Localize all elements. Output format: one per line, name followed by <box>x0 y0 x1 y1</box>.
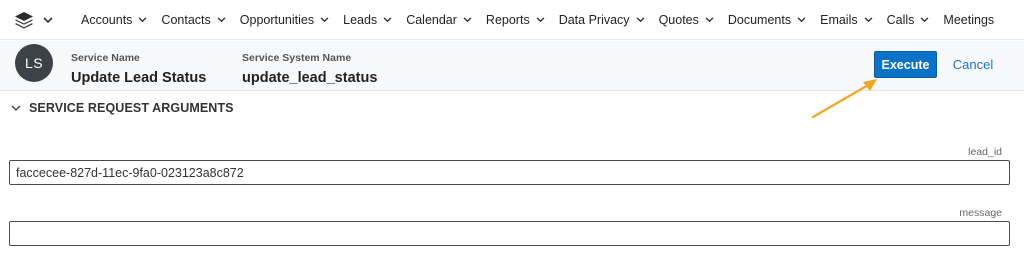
system-name-value: update_lead_status <box>242 70 378 86</box>
nav-item-label: Accounts <box>81 13 133 27</box>
chevron-down-icon <box>921 17 929 23</box>
nav-item-label: Data Privacy <box>558 13 630 27</box>
chevron-down-icon <box>43 16 53 23</box>
nav-menu: Accounts Contacts Opportunities Leads Calend… <box>81 0 1008 40</box>
nav-item-leads[interactable]: Leads <box>343 13 392 27</box>
chevron-down-icon <box>797 17 806 23</box>
nav-item-documents[interactable]: Documents <box>728 13 806 27</box>
nav-item-opportunities[interactable]: Opportunities <box>240 13 329 27</box>
chevron-down-icon <box>383 17 392 23</box>
system-name-label: Service System Name <box>242 52 352 64</box>
nav-item-label: Emails <box>820 13 858 27</box>
nav-item-label: Calendar <box>406 13 457 27</box>
nav-item-meetings[interactable]: Meetings <box>943 13 994 27</box>
section-title: SERVICE REQUEST ARGUMENTS <box>29 101 234 115</box>
nav-item-label: Reports <box>485 13 530 27</box>
nav-item-label: Leads <box>343 13 378 27</box>
nav-item-calendar[interactable]: Calendar <box>406 13 472 27</box>
nav-item-quotes[interactable]: Quotes <box>659 13 714 27</box>
service-name-label: Service Name <box>71 52 140 64</box>
chevron-down-icon <box>705 17 714 23</box>
nav-item-label: Documents <box>727 13 792 27</box>
nav-item-label: Meetings <box>943 13 995 27</box>
chevron-down-icon <box>536 17 545 23</box>
nav-item-label: Opportunities <box>239 13 315 27</box>
nav-item-emails[interactable]: Emails <box>820 13 873 27</box>
nav-item-reports[interactable]: Reports <box>486 13 545 27</box>
chevron-down-icon <box>217 17 226 23</box>
nav-item-label: Calls <box>886 13 915 27</box>
service-request-arguments-section[interactable]: SERVICE REQUEST ARGUMENTS <box>0 92 1024 124</box>
execute-button[interactable]: Execute <box>874 51 937 78</box>
nav-item-accounts[interactable]: Accounts <box>81 13 147 27</box>
service-name-value: Update Lead Status <box>71 70 207 86</box>
nav-item-data-privacy[interactable]: Data Privacy <box>559 13 645 27</box>
chevron-down-icon <box>320 17 329 23</box>
chevron-down-icon <box>139 17 147 23</box>
chevron-down-icon <box>463 17 472 23</box>
message-label: message <box>959 207 1002 219</box>
top-navigation-bar: Accounts Contacts Opportunities Leads Calend… <box>0 0 1024 40</box>
nav-item-contacts[interactable]: Contacts <box>161 13 226 27</box>
message-input[interactable] <box>9 221 1010 246</box>
chevron-down-icon <box>864 17 873 23</box>
chevron-down-icon <box>636 17 644 23</box>
cancel-button[interactable]: Cancel <box>950 51 996 78</box>
nav-item-calls[interactable]: Calls <box>887 13 930 27</box>
nav-item-label: Quotes <box>658 13 699 27</box>
stack-layers-icon <box>15 12 33 29</box>
avatar: LS <box>15 44 53 82</box>
lead-id-label: lead_id <box>968 146 1002 158</box>
lead-id-input[interactable] <box>9 160 1010 185</box>
chevron-down-icon <box>11 105 21 112</box>
app-menu-button[interactable] <box>14 10 58 30</box>
nav-item-label: Contacts <box>161 13 211 27</box>
